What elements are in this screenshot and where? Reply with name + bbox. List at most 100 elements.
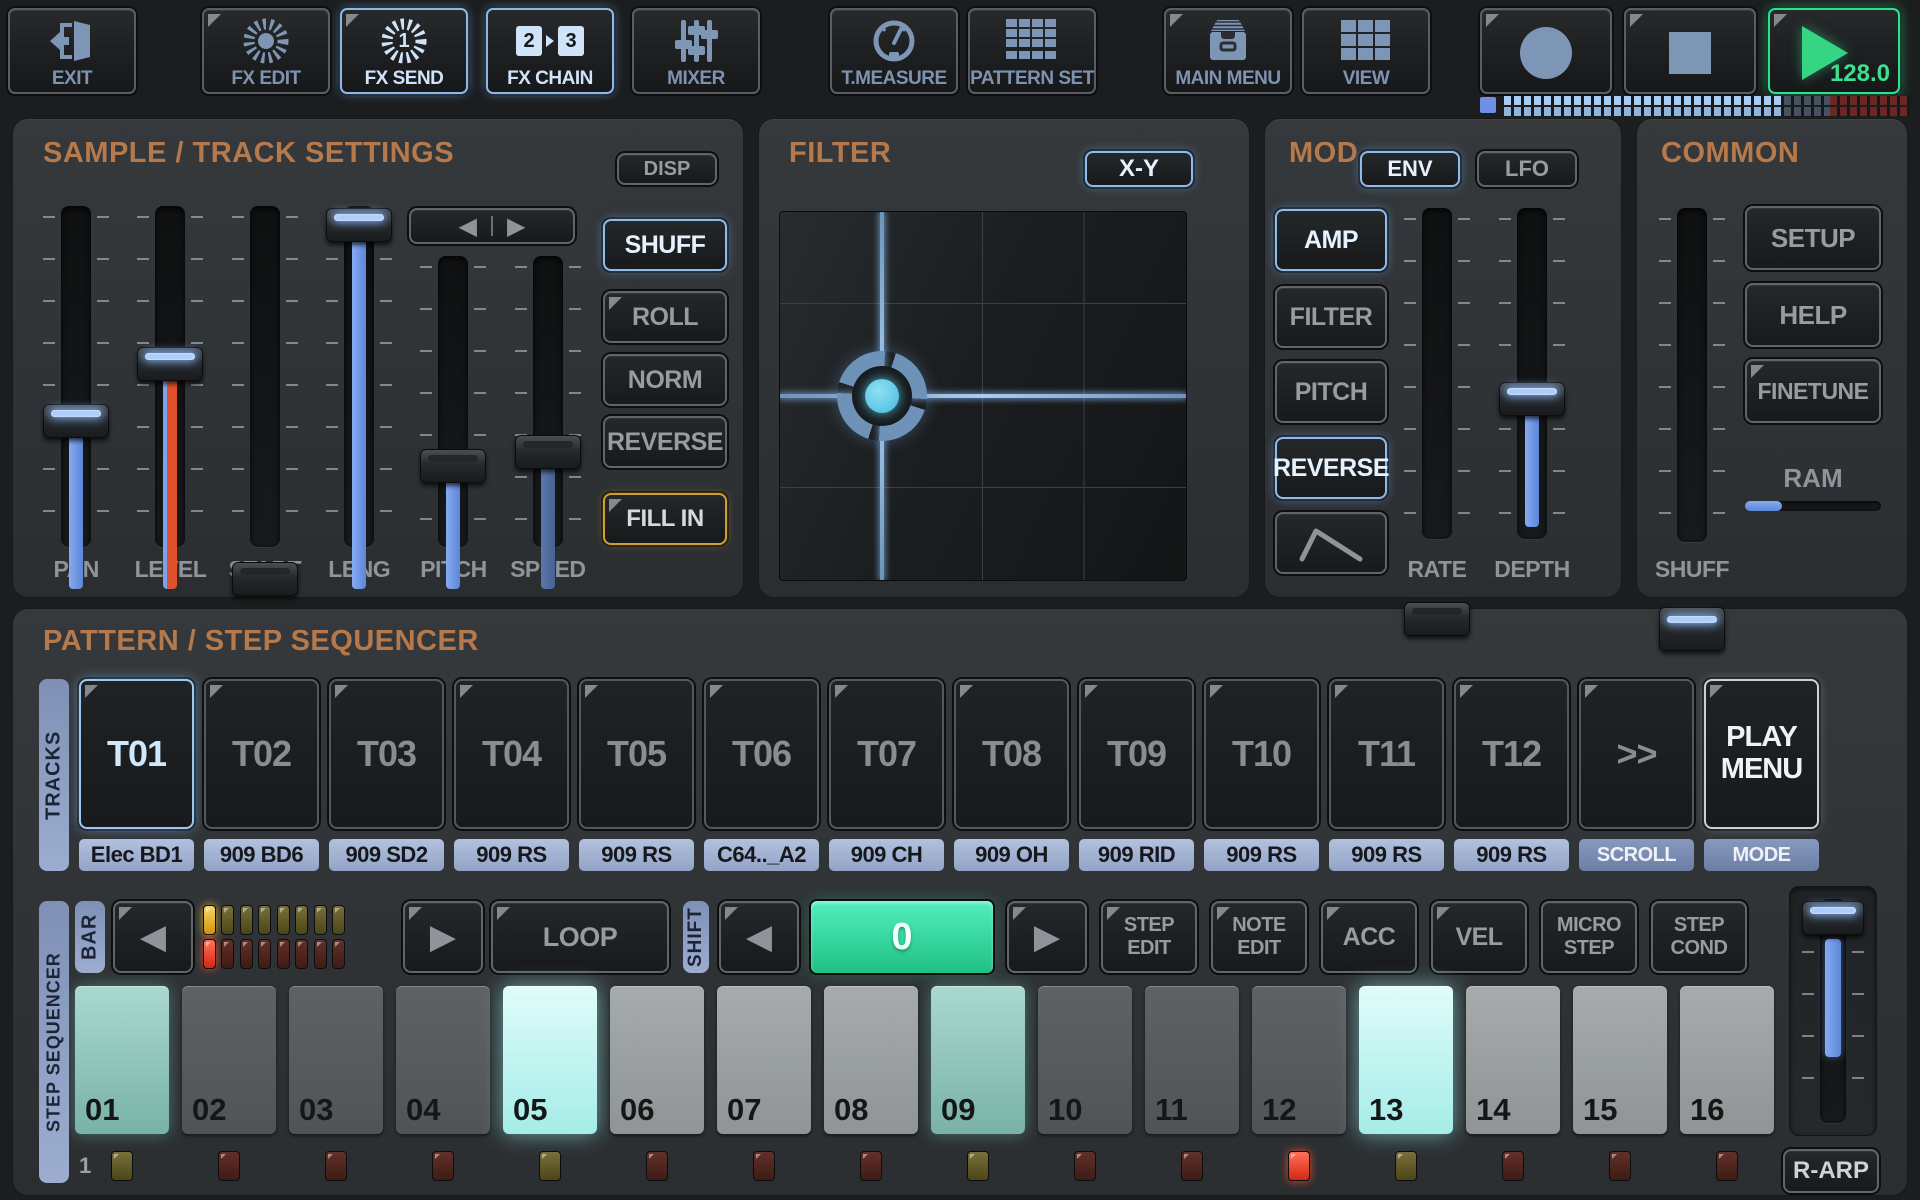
- step-pad-15[interactable]: 15: [1573, 986, 1667, 1134]
- pan-slider-handle[interactable]: [43, 404, 109, 438]
- step-pad-16[interactable]: 16: [1680, 986, 1774, 1134]
- step-pad-13[interactable]: 13: [1359, 986, 1453, 1134]
- xy-toggle-button[interactable]: X-Y: [1085, 151, 1193, 187]
- r-arp-button[interactable]: R-ARP: [1783, 1149, 1879, 1193]
- main-menu-button[interactable]: MAIN MENU: [1164, 8, 1292, 94]
- track-name-t07[interactable]: 909 CH: [829, 839, 944, 871]
- step-pad-10[interactable]: 10: [1038, 986, 1132, 1134]
- disp-button[interactable]: DISP: [617, 153, 717, 185]
- leng-slider-handle[interactable]: [326, 208, 392, 242]
- track-name-t05[interactable]: 909 RS: [579, 839, 694, 871]
- common-shuff-track[interactable]: [1677, 208, 1707, 542]
- track-pad-t01[interactable]: T01: [79, 679, 194, 829]
- track-name-t06[interactable]: C64.._A2: [704, 839, 819, 871]
- track-pad-t05[interactable]: T05: [579, 679, 694, 829]
- pattern-set-button[interactable]: PATTERN SET: [968, 8, 1096, 94]
- fill-in-button[interactable]: FILL IN: [603, 493, 727, 545]
- stop-button[interactable]: [1624, 8, 1756, 94]
- finetune-button[interactable]: FINETUNE: [1745, 359, 1881, 423]
- pitch-slider[interactable]: PITCH: [406, 119, 500, 597]
- track-pad-t09[interactable]: T09: [1079, 679, 1194, 829]
- speed-slider-handle[interactable]: [515, 435, 581, 469]
- track-name-t01[interactable]: Elec BD1: [79, 839, 194, 871]
- norm-button[interactable]: NORM: [603, 354, 727, 406]
- common-shuff-handle[interactable]: [1659, 607, 1725, 651]
- track-name-t03[interactable]: 909 SD2: [329, 839, 444, 871]
- step-pad-08[interactable]: 08: [824, 986, 918, 1134]
- step-edit-button[interactable]: STEP EDIT: [1101, 901, 1197, 973]
- track-pad-t02[interactable]: T02: [204, 679, 319, 829]
- micro-step-button[interactable]: MICRO STEP: [1541, 901, 1637, 973]
- pan-slider[interactable]: PAN: [29, 119, 123, 597]
- speed-slider[interactable]: SPEED: [501, 119, 595, 597]
- step-pad-03[interactable]: 03: [289, 986, 383, 1134]
- track-pad-t03[interactable]: T03: [329, 679, 444, 829]
- view-button[interactable]: VIEW: [1302, 8, 1430, 94]
- fader-handle[interactable]: [1802, 901, 1864, 935]
- step-pad-01[interactable]: 01: [75, 986, 169, 1134]
- rate-slider-track[interactable]: [1422, 208, 1452, 539]
- filter-xy-pad[interactable]: [779, 211, 1187, 581]
- level-slider[interactable]: LEVEL: [123, 119, 217, 597]
- roll-button[interactable]: ROLL: [603, 291, 727, 343]
- scroll-badge[interactable]: SCROLL: [1579, 839, 1694, 871]
- shuff-button[interactable]: SHUFF: [603, 219, 727, 271]
- track-pad-t10[interactable]: T10: [1204, 679, 1319, 829]
- track-pad-t04[interactable]: T04: [454, 679, 569, 829]
- track-name-t08[interactable]: 909 OH: [954, 839, 1069, 871]
- step-pad-05[interactable]: 05: [503, 986, 597, 1134]
- step-pad-06[interactable]: 06: [610, 986, 704, 1134]
- track-pad-t08[interactable]: T08: [954, 679, 1069, 829]
- rate-slider[interactable]: RATE: [1398, 119, 1476, 597]
- step-pad-12[interactable]: 12: [1252, 986, 1346, 1134]
- record-button[interactable]: [1480, 8, 1612, 94]
- start-slider[interactable]: START: [218, 119, 312, 597]
- track-name-t10[interactable]: 909 RS: [1204, 839, 1319, 871]
- fx-chain-button[interactable]: 2 3 FX CHAIN: [486, 8, 614, 94]
- sequencer-level-fader[interactable]: [1789, 886, 1877, 1136]
- mode-badge[interactable]: MODE: [1704, 839, 1819, 871]
- mod-target-amp-button[interactable]: AMP: [1275, 209, 1387, 271]
- mod-target-reverse-button[interactable]: REVERSE: [1275, 437, 1387, 499]
- step-cond-button[interactable]: STEP COND: [1651, 901, 1747, 973]
- reverse-button[interactable]: REVERSE: [603, 416, 727, 468]
- track-pad-t06[interactable]: T06: [704, 679, 819, 829]
- common-shuff-slider[interactable]: SHUFF: [1653, 119, 1731, 597]
- bar-next-button[interactable]: ▶: [403, 901, 483, 973]
- shift-prev-button[interactable]: ◀: [719, 901, 799, 973]
- start-slider-track[interactable]: [250, 206, 280, 547]
- start-slider-handle[interactable]: [232, 562, 298, 596]
- vel-button[interactable]: VEL: [1431, 901, 1527, 973]
- step-pad-11[interactable]: 11: [1145, 986, 1239, 1134]
- mixer-button[interactable]: MIXER: [632, 8, 760, 94]
- step-pad-07[interactable]: 07: [717, 986, 811, 1134]
- leng-slider[interactable]: LENG: [312, 119, 406, 597]
- setup-button[interactable]: SETUP: [1745, 206, 1881, 270]
- track-pad-t11[interactable]: T11: [1329, 679, 1444, 829]
- track-name-t04[interactable]: 909 RS: [454, 839, 569, 871]
- pitch-slider-handle[interactable]: [420, 449, 486, 483]
- depth-slider[interactable]: DEPTH: [1493, 119, 1571, 597]
- help-button[interactable]: HELP: [1745, 283, 1881, 347]
- track-name-t02[interactable]: 909 BD6: [204, 839, 319, 871]
- track-name-t11[interactable]: 909 RS: [1329, 839, 1444, 871]
- step-pad-04[interactable]: 04: [396, 986, 490, 1134]
- track-name-t12[interactable]: 909 RS: [1454, 839, 1569, 871]
- bar-prev-button[interactable]: ◀: [113, 901, 193, 973]
- mod-target-filter-button[interactable]: FILTER: [1275, 286, 1387, 348]
- xy-puck[interactable]: [837, 351, 927, 441]
- exit-button[interactable]: EXIT: [8, 8, 136, 94]
- rate-slider-handle[interactable]: [1404, 602, 1470, 636]
- step-pad-14[interactable]: 14: [1466, 986, 1560, 1134]
- track-scroll-pad[interactable]: >>: [1579, 679, 1694, 829]
- track-name-t09[interactable]: 909 RID: [1079, 839, 1194, 871]
- acc-button[interactable]: ACC: [1321, 901, 1417, 973]
- step-pad-02[interactable]: 02: [182, 986, 276, 1134]
- fx-edit-button[interactable]: FX EDIT: [202, 8, 330, 94]
- track-pad-t12[interactable]: T12: [1454, 679, 1569, 829]
- track-pad-t07[interactable]: T07: [829, 679, 944, 829]
- step-pad-09[interactable]: 09: [931, 986, 1025, 1134]
- play-button[interactable]: 128.0: [1768, 8, 1900, 94]
- level-slider-handle[interactable]: [137, 347, 203, 381]
- fx-send-button[interactable]: 1 FX SEND: [340, 8, 468, 94]
